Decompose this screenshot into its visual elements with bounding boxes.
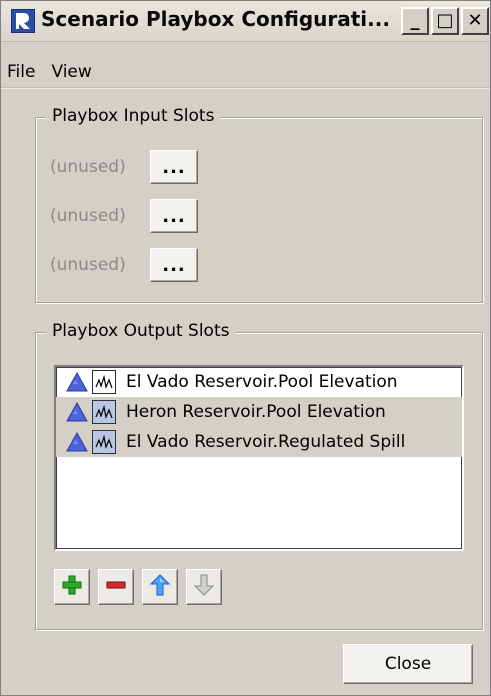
slot-object-icon: [66, 431, 88, 453]
input-slot-row: (unused) ...: [50, 199, 198, 233]
input-slot-label: (unused): [50, 157, 126, 177]
move-up-button[interactable]: [142, 569, 178, 605]
maximize-icon: □: [436, 10, 454, 31]
list-item[interactable]: El Vado Reservoir.Regulated Spill: [56, 427, 462, 457]
maximize-button[interactable]: □: [431, 7, 459, 35]
menu-separator: [1, 87, 490, 89]
input-slot-browse-button[interactable]: ...: [150, 150, 198, 184]
input-slot-label: (unused): [50, 206, 126, 226]
chart-icon: [92, 400, 116, 424]
input-slot-label: (unused): [50, 255, 126, 275]
input-slots-title: Playbox Input Slots: [46, 106, 221, 126]
input-slot-browse-button[interactable]: ...: [150, 199, 198, 233]
close-window-button[interactable]: ✕: [461, 7, 489, 35]
title-bar[interactable]: Scenario Playbox Configurati... _ □ ✕: [1, 1, 490, 42]
output-slots-group: Playbox Output Slots El Vado Reservoir.P…: [35, 321, 483, 630]
output-slot-label: El Vado Reservoir.Pool Elevation: [126, 372, 398, 392]
remove-icon: [104, 573, 128, 601]
chart-icon: [92, 370, 116, 394]
move-down-button[interactable]: [186, 569, 222, 605]
remove-button[interactable]: [98, 569, 134, 605]
list-item[interactable]: Heron Reservoir.Pool Elevation: [56, 397, 462, 427]
output-slot-list[interactable]: El Vado Reservoir.Pool Elevation Heron R…: [54, 365, 464, 551]
input-slot-row: (unused) ...: [50, 248, 198, 282]
minimize-icon: _: [410, 10, 420, 31]
list-item[interactable]: El Vado Reservoir.Pool Elevation: [56, 367, 462, 397]
input-slots-group: Playbox Input Slots (unused) ... (unused…: [35, 106, 483, 303]
output-slots-title: Playbox Output Slots: [46, 321, 236, 341]
output-slot-label: El Vado Reservoir.Regulated Spill: [126, 432, 406, 452]
chart-icon: [92, 430, 116, 454]
window-title: Scenario Playbox Configurati...: [41, 7, 390, 31]
app-icon: [11, 9, 35, 33]
output-slot-label: Heron Reservoir.Pool Elevation: [126, 402, 386, 422]
close-button[interactable]: Close: [343, 644, 473, 684]
playbox-config-window: Scenario Playbox Configurati... _ □ ✕ Fi…: [0, 0, 491, 696]
menu-file[interactable]: File: [7, 59, 35, 85]
add-icon: [60, 573, 84, 601]
input-slot-row: (unused) ...: [50, 150, 198, 184]
slot-object-icon: [66, 371, 88, 393]
arrow-up-icon: [148, 573, 172, 601]
add-button[interactable]: [54, 569, 90, 605]
close-icon: ✕: [467, 10, 483, 31]
slot-object-icon: [66, 401, 88, 423]
menu-view[interactable]: View: [51, 59, 91, 85]
minimize-button[interactable]: _: [401, 7, 429, 35]
input-slot-browse-button[interactable]: ...: [150, 248, 198, 282]
menu-bar: File View: [1, 59, 490, 85]
arrow-down-icon: [192, 573, 216, 601]
